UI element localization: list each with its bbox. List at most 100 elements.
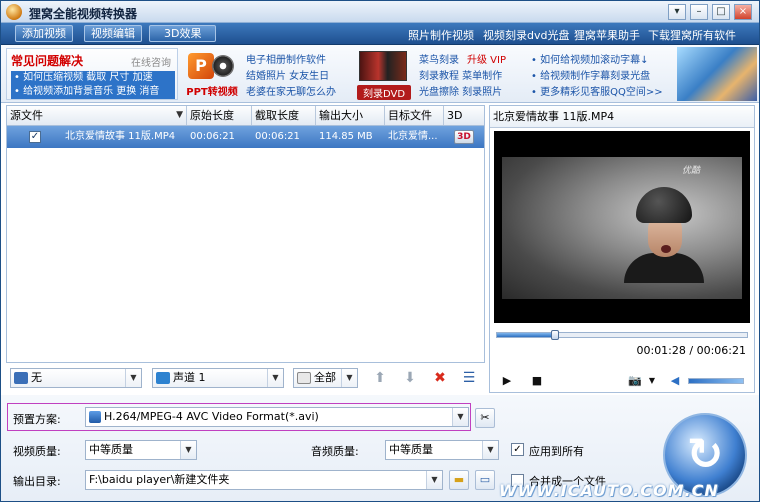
col-output-size[interactable]: 输出大小	[316, 106, 385, 125]
format-icon	[89, 411, 101, 423]
move-down-icon[interactable]: ⬇	[402, 370, 418, 386]
edit-video-button[interactable]: 视频编辑	[84, 25, 142, 42]
move-up-icon[interactable]: ⬆	[372, 370, 388, 386]
subtitle-select[interactable]: 无 ▼	[10, 368, 142, 388]
stop-icon[interactable]: ■	[530, 374, 544, 388]
audio-track-select[interactable]: 声道 1 ▼	[152, 368, 284, 388]
online-consult-link[interactable]: 在线咨询	[131, 54, 171, 69]
faq-box: 常见问题解决 在线咨询 • 如何压缩视频 截取 尺寸 加速 • 给视频添加背景音…	[6, 48, 178, 100]
file-list: 源文件 ▼ 原始长度 截取长度 输出大小 目标文件 3D ✓ 北京爱情故事 11版…	[6, 105, 485, 363]
apply-all-checkbox[interactable]: ✓	[511, 443, 524, 456]
col-original-length[interactable]: 原始长度	[187, 106, 252, 125]
video-person	[624, 187, 704, 283]
preset-label: 预置方案:	[13, 413, 61, 426]
3d-effect-button[interactable]: 3D效果	[149, 25, 217, 42]
seek-handle[interactable]	[550, 330, 559, 340]
wedding-photo-link[interactable]: 结婚照片 女友生日	[246, 67, 329, 82]
col-source[interactable]: 源文件 ▼	[7, 106, 187, 125]
promo-banner: 常见问题解决 在线咨询 • 如何压缩视频 截取 尺寸 加速 • 给视频添加背景音…	[1, 45, 759, 103]
volume-slider[interactable]	[688, 378, 744, 384]
scroll-subtitle-link[interactable]: • 如何给视频加滚动字幕↓	[531, 51, 648, 66]
seek-bar[interactable]	[496, 330, 748, 340]
qq-space-link[interactable]: • 更多精彩见客服QQ空间>>	[531, 83, 663, 98]
title-bar: 狸窝全能视频转换器 ▾ – □ ×	[1, 1, 759, 23]
browse-folder-icon[interactable]: ▬	[449, 470, 469, 490]
video-player[interactable]: 优酷	[494, 131, 750, 323]
volume-icon[interactable]: ◀	[668, 374, 682, 388]
video-frame: 优酷	[502, 157, 742, 299]
promo-image[interactable]	[677, 47, 757, 101]
select-all-icon	[297, 372, 311, 384]
play-icon[interactable]: ▶	[500, 374, 514, 388]
ppt-label: PPT转视频	[186, 87, 238, 98]
ppt-to-video-promo[interactable]: P PPT转视频	[184, 49, 240, 99]
time-display: 00:01:28 / 00:06:21	[636, 344, 746, 357]
apple-helper-link[interactable]: 狸窝苹果助手	[574, 27, 640, 43]
3d-badge-icon[interactable]: 3D	[454, 130, 474, 144]
table-row[interactable]: ✓ 北京爱情故事 11版.MP4 00:06:21 00:06:21 114.8…	[7, 126, 484, 148]
disc-erase-link[interactable]: 光盘擦除 刻录照片	[419, 83, 502, 98]
col-clip-length[interactable]: 截取长度	[252, 106, 316, 125]
delete-icon[interactable]: ✖	[432, 370, 448, 386]
track-toolbar: 无 ▼ 声道 1 ▼ 全部 ▼ ⬆ ⬇ ✖ ☰	[6, 365, 485, 391]
burn-dvd-promo[interactable]: 刻录DVD	[357, 49, 411, 100]
close-button[interactable]: ×	[734, 4, 752, 20]
output-dir-field[interactable]: F:\baidu player\新建文件夹 ▼	[85, 470, 443, 490]
audio-quality-select[interactable]: 中等质量 ▼	[385, 440, 499, 460]
chevron-down-icon: ▼	[125, 369, 141, 387]
video-quality-select[interactable]: 中等质量 ▼	[85, 440, 197, 460]
site-watermark: WWW.ICAUTO.COM.CN	[499, 481, 719, 500]
film-reel-icon	[212, 55, 234, 77]
chevron-down-icon: ▼	[452, 408, 468, 426]
chevron-down-icon: ▼	[267, 369, 283, 387]
newbie-burn-link[interactable]: 菜鸟刻录	[419, 51, 459, 66]
maximize-button[interactable]: □	[712, 4, 730, 20]
row-original-length: 00:06:21	[190, 131, 235, 142]
row-output-size: 114.85 MB	[319, 131, 373, 142]
chevron-down-icon: ▼	[180, 441, 196, 459]
table-header: 源文件 ▼ 原始长度 截取长度 输出大小 目标文件 3D	[7, 106, 484, 126]
burn-tutorial-link[interactable]: 刻录教程 菜单制作	[419, 67, 502, 82]
upgrade-vip-link[interactable]: 升级 VIP	[467, 51, 506, 66]
add-video-button[interactable]: 添加视频	[15, 25, 73, 42]
speaker-icon	[156, 372, 170, 384]
app-logo-icon	[6, 4, 22, 20]
ppt-icon: P	[188, 53, 214, 79]
album-software-link[interactable]: 电子相册制作软件	[246, 51, 326, 66]
clear-list-icon[interactable]: ☰	[461, 370, 477, 386]
convert-icon: ↻	[686, 429, 724, 480]
col-3d[interactable]: 3D	[444, 106, 484, 125]
faq-link-music[interactable]: • 给视频添加背景音乐 更换 消音	[11, 85, 175, 99]
photo-to-video-link[interactable]: 照片制作视频	[408, 27, 474, 43]
video-watermark: 优酷	[682, 166, 701, 176]
burn-dvd-link[interactable]: 视频刻录dvd光盘	[483, 27, 569, 43]
preset-select[interactable]: H.264/MPEG-4 AVC Video Format(*.avi) ▼	[85, 407, 469, 427]
toolbar: 添加视频 视频编辑 3D效果 照片制作视频 视频刻录dvd光盘 狸窝苹果助手 下…	[1, 23, 759, 45]
sort-down-icon: ▼	[176, 110, 183, 120]
preview-panel: 北京爱情故事 11版.MP4 优酷 00:01:28 / 00:06:21 ▶ …	[489, 105, 755, 393]
minimize-button[interactable]: –	[690, 4, 708, 20]
subtitle-burn-link[interactable]: • 给视频制作字幕刻录光盘	[531, 67, 650, 82]
dvd-label: 刻录DVD	[357, 85, 411, 100]
wife-bored-link[interactable]: 老婆在家无聊怎么办	[246, 83, 336, 98]
menu-icon[interactable]: ▾	[668, 4, 686, 20]
chevron-down-icon: ▼	[426, 471, 442, 489]
row-target: 北京爱情...	[388, 131, 438, 142]
window-title: 狸窝全能视频转换器	[29, 7, 138, 21]
subtitle-icon	[14, 372, 28, 384]
dvd-thumbnail	[359, 51, 407, 81]
open-folder-icon[interactable]: ▭	[475, 470, 495, 490]
row-clip-length: 00:06:21	[255, 131, 300, 142]
select-all-dropdown[interactable]: 全部 ▼	[293, 368, 358, 388]
settings-tools-icon[interactable]: ✂	[475, 408, 495, 428]
row-checkbox[interactable]: ✓	[29, 131, 41, 143]
download-all-link[interactable]: 下载狸窝所有软件	[648, 27, 736, 43]
col-target[interactable]: 目标文件	[385, 106, 444, 125]
snapshot-icon[interactable]: 📷	[624, 374, 646, 388]
preview-title: 北京爱情故事 11版.MP4	[490, 106, 754, 128]
seek-progress	[497, 333, 555, 337]
chevron-down-icon[interactable]: ▼	[645, 374, 659, 388]
apply-all-label: 应用到所有	[529, 445, 584, 458]
chevron-down-icon: ▼	[482, 441, 498, 459]
faq-link-compress[interactable]: • 如何压缩视频 截取 尺寸 加速	[11, 71, 175, 85]
